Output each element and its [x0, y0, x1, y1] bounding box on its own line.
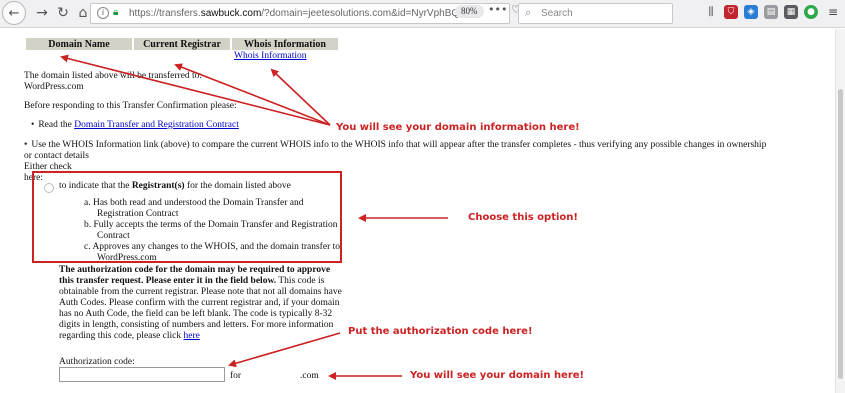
for-text: for — [230, 371, 242, 381]
scrollbar-thumb[interactable] — [838, 89, 843, 379]
annotation-choose-option: Choose this option! — [468, 212, 578, 223]
search-placeholder: Search — [541, 8, 573, 19]
menu-icon[interactable]: ≡ — [826, 5, 840, 19]
ublock-icon[interactable]: ⛉ — [724, 5, 738, 19]
contract-link[interactable]: Domain Transfer and Registration Contrac… — [74, 120, 239, 130]
transfer-line: The domain listed above will be transfer… — [24, 71, 203, 81]
registrant-radio[interactable] — [44, 183, 54, 193]
annotation-see-domain: You will see your domain here! — [410, 370, 585, 381]
condition-item: c. Approves any changes to the WHOIS, an… — [84, 242, 340, 263]
read-contract-item: Read the Domain Transfer and Registratio… — [31, 120, 239, 131]
header-whois-information: Whois Information — [232, 38, 338, 50]
annotation-domain-info: You will see your domain information her… — [336, 122, 580, 133]
whois-compare-line2: or contact details — [24, 151, 89, 161]
vertical-scrollbar[interactable] — [835, 29, 845, 393]
whois-information-link[interactable]: Whois Information — [234, 51, 307, 62]
read-prefix: Read the — [38, 120, 75, 130]
back-arrow-icon[interactable]: ← — [2, 1, 26, 25]
reader-icon[interactable]: ▤ — [764, 5, 778, 19]
url-text: https://transfers.sawbuck.com/?domain=je… — [129, 8, 475, 19]
reload-icon[interactable]: ↻ — [52, 2, 74, 24]
registrant-option-label[interactable]: to indicate that the Registrant(s) for t… — [59, 181, 291, 192]
before-responding-text: Before responding to this Transfer Confi… — [24, 101, 237, 111]
forward-arrow-icon[interactable]: → — [31, 2, 53, 24]
option-conditions-list: a. Has both read and understood the Doma… — [84, 198, 344, 264]
condition-item: b. Fully accepts the terms of the Domain… — [84, 220, 338, 241]
green-extension-icon[interactable]: ● — [804, 5, 818, 19]
browser-toolbar: ← → ↻ ⌂ i 🔒︎ https://transfers.sawbuck.c… — [0, 0, 845, 28]
transfer-target-text: The domain listed above will be transfer… — [24, 71, 202, 93]
whois-compare-line1: Use the WHOIS Information link (above) t… — [24, 140, 834, 151]
annotation-put-code: Put the authorization code here! — [348, 326, 533, 337]
search-icon: ⌕ — [525, 7, 532, 19]
header-current-registrar: Current Registrar — [134, 38, 230, 50]
domain-tld-text: .com — [300, 371, 319, 381]
domain-info-table: Domain Name Current Registrar Whois Info… — [24, 38, 340, 50]
zoom-level[interactable]: 80% — [455, 5, 484, 18]
condition-item: a. Has both read and understood the Doma… — [84, 198, 304, 219]
grid-extension-icon[interactable]: ▦ — [784, 5, 798, 19]
option-suffix: for the domain listed above — [184, 181, 291, 191]
option-bold: Registrant(s) — [131, 181, 185, 191]
info-icon[interactable]: i — [97, 7, 109, 19]
extension-shield-icon[interactable]: ◈ — [744, 5, 758, 19]
address-bar[interactable]: i 🔒︎ https://transfers.sawbuck.com/?doma… — [90, 3, 510, 24]
transfer-destination: WordPress.com — [24, 82, 84, 92]
auth-here-link[interactable]: here — [184, 331, 200, 341]
library-icon[interactable]: ⫼ — [704, 5, 718, 19]
auth-code-input[interactable] — [59, 367, 225, 382]
lock-icon: 🔒︎ — [113, 7, 119, 18]
page-content: Domain Name Current Registrar Whois Info… — [0, 29, 835, 393]
auth-code-info: The authorization code for the domain ma… — [59, 265, 345, 342]
header-domain-name: Domain Name — [26, 38, 132, 50]
option-prefix: to indicate that the — [59, 181, 132, 191]
search-bar[interactable]: ⌕ Search — [518, 3, 673, 24]
